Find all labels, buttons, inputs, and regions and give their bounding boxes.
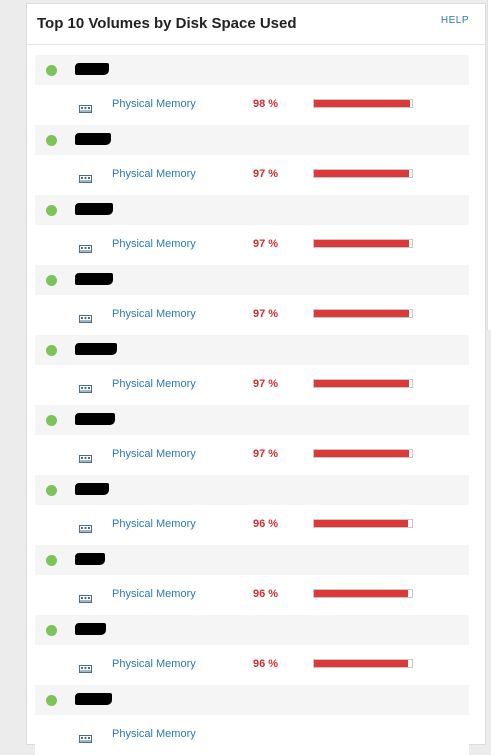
node-row[interactable] <box>35 545 469 575</box>
metric-row: Physical Memory 96 % <box>35 505 469 545</box>
metric-link[interactable]: Physical Memory <box>112 238 196 250</box>
usage-bar-fill <box>314 380 410 387</box>
usage-bar <box>313 239 413 248</box>
node-name-redacted[interactable] <box>75 483 109 495</box>
usage-percent: 97 % <box>253 238 279 250</box>
memory-chip-icon <box>79 380 92 393</box>
usage-percent: 97 % <box>253 308 279 320</box>
node-row[interactable] <box>35 125 469 155</box>
usage-bar-fill <box>314 240 410 247</box>
metric-link[interactable]: Physical Memory <box>112 308 196 320</box>
metric-link[interactable]: Physical Memory <box>112 448 196 460</box>
usage-percent: 97 % <box>253 378 279 390</box>
metric-link[interactable]: Physical Memory <box>112 518 196 530</box>
status-up-icon <box>46 555 57 566</box>
status-up-icon <box>46 695 57 706</box>
metric-row: Physical Memory 97 % <box>35 295 469 335</box>
memory-chip-icon <box>79 520 92 533</box>
node-row[interactable] <box>35 55 469 85</box>
node-name-redacted[interactable] <box>75 343 117 355</box>
node-row[interactable] <box>35 195 469 225</box>
node-row[interactable] <box>35 615 469 645</box>
status-up-icon <box>46 135 57 146</box>
usage-bar <box>313 589 413 598</box>
memory-chip-icon <box>79 240 92 253</box>
memory-chip-icon <box>79 660 92 673</box>
usage-bar <box>313 379 413 388</box>
volume-list: Physical Memory 98 % Physical Memory 97 % Ph… <box>35 55 469 755</box>
usage-bar-fill <box>314 310 410 317</box>
usage-bar <box>313 519 413 528</box>
metric-row: Physical Memory 96 % <box>35 575 469 615</box>
node-name-redacted[interactable] <box>75 693 112 705</box>
usage-bar <box>313 449 413 458</box>
window-scroll-edge <box>487 0 491 330</box>
metric-link[interactable]: Physical Memory <box>112 588 196 600</box>
usage-bar <box>313 659 413 668</box>
node-row[interactable] <box>35 405 469 435</box>
metric-row: Physical Memory 96 % <box>35 645 469 685</box>
node-name-redacted[interactable] <box>75 413 115 425</box>
node-row[interactable] <box>35 265 469 295</box>
node-name-redacted[interactable] <box>75 553 105 565</box>
node-name-redacted[interactable] <box>75 63 109 75</box>
usage-percent: 97 % <box>253 448 279 460</box>
metric-row: Physical Memory <box>35 715 469 755</box>
usage-percent: 97 % <box>253 168 279 180</box>
metric-row: Physical Memory 97 % <box>35 225 469 265</box>
usage-bar-fill <box>314 170 410 177</box>
status-up-icon <box>46 345 57 356</box>
memory-chip-icon <box>79 730 92 743</box>
node-name-redacted[interactable] <box>75 203 113 215</box>
usage-percent: 96 % <box>253 588 279 600</box>
metric-row: Physical Memory 98 % <box>35 85 469 125</box>
metric-link[interactable]: Physical Memory <box>112 728 196 740</box>
status-up-icon <box>46 275 57 286</box>
usage-bar-fill <box>314 100 411 107</box>
node-name-redacted[interactable] <box>75 133 111 145</box>
top-volumes-widget: Top 10 Volumes by Disk Space Used HELP P… <box>26 3 486 755</box>
widget-header: Top 10 Volumes by Disk Space Used HELP <box>27 4 485 45</box>
usage-bar-fill <box>314 450 410 457</box>
node-row[interactable] <box>35 475 469 505</box>
metric-link[interactable]: Physical Memory <box>112 98 196 110</box>
metric-link[interactable]: Physical Memory <box>112 378 196 390</box>
status-up-icon <box>46 625 57 636</box>
node-name-redacted[interactable] <box>75 623 106 635</box>
metric-row: Physical Memory 97 % <box>35 155 469 195</box>
status-up-icon <box>46 415 57 426</box>
widget-title: Top 10 Volumes by Disk Space Used <box>37 15 297 32</box>
memory-chip-icon <box>79 100 92 113</box>
memory-chip-icon <box>79 310 92 323</box>
usage-percent: 96 % <box>253 518 279 530</box>
memory-chip-icon <box>79 170 92 183</box>
metric-link[interactable]: Physical Memory <box>112 658 196 670</box>
help-link[interactable]: HELP <box>441 15 469 26</box>
status-up-icon <box>46 65 57 76</box>
metric-row: Physical Memory 97 % <box>35 435 469 475</box>
metric-row: Physical Memory 97 % <box>35 365 469 405</box>
metric-link[interactable]: Physical Memory <box>112 168 196 180</box>
status-up-icon <box>46 485 57 496</box>
node-name-redacted[interactable] <box>75 273 113 285</box>
usage-percent: 98 % <box>253 98 279 110</box>
status-up-icon <box>46 205 57 216</box>
node-row[interactable] <box>35 685 469 715</box>
usage-bar-fill <box>314 660 409 667</box>
usage-bar-fill <box>314 590 409 597</box>
node-row[interactable] <box>35 335 469 365</box>
usage-bar <box>313 99 413 108</box>
usage-bar <box>313 309 413 318</box>
memory-chip-icon <box>79 450 92 463</box>
usage-percent: 96 % <box>253 658 279 670</box>
usage-bar <box>313 169 413 178</box>
memory-chip-icon <box>79 590 92 603</box>
usage-bar-fill <box>314 520 409 527</box>
